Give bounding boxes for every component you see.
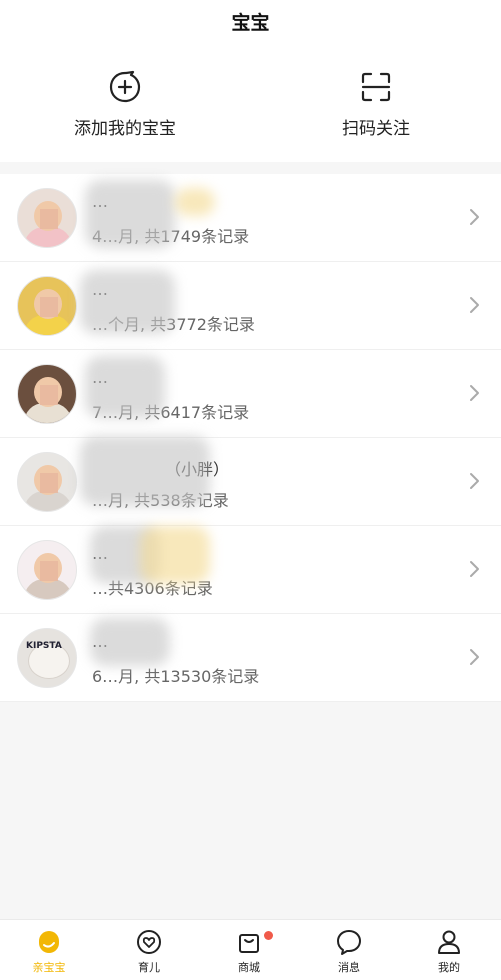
chevron-right-icon — [470, 209, 479, 225]
chevron-right-icon — [470, 561, 479, 577]
heart-icon — [137, 930, 161, 954]
privacy-smudge — [80, 270, 175, 334]
tab-parenting[interactable]: 育儿 — [109, 928, 189, 975]
scan-icon — [361, 72, 391, 102]
user-icon — [438, 930, 460, 954]
bag-icon — [239, 934, 259, 953]
tab-me[interactable]: 我的 — [409, 928, 489, 975]
chevron-right-icon — [470, 385, 479, 401]
home-icon — [39, 931, 59, 953]
tab-parenting-label: 育儿 — [138, 961, 160, 974]
add-chat-icon — [109, 70, 141, 103]
baby-meta: 6…月, 共13530条记录 — [92, 667, 260, 686]
privacy-smudge — [90, 618, 170, 666]
baby-row[interactable]: … 4…月, 共1749条记录 — [0, 174, 501, 262]
privacy-smudge — [175, 188, 215, 216]
tab-messages[interactable]: 消息 — [309, 928, 389, 975]
tab-mall-label: 商城 — [238, 961, 260, 974]
tab-home[interactable]: 亲宝宝 — [9, 928, 89, 975]
tab-me-label: 我的 — [438, 961, 460, 974]
page-title: 宝宝 — [231, 12, 270, 34]
chevron-right-icon — [470, 649, 479, 665]
tab-messages-label: 消息 — [338, 961, 360, 974]
add-baby-label: 添加我的宝宝 — [74, 119, 176, 139]
baby-avatar — [17, 188, 77, 248]
chat-bubble-icon — [337, 930, 361, 955]
scan-follow-button[interactable]: 扫码关注 — [286, 70, 466, 139]
tab-mall[interactable]: 商城 — [209, 928, 289, 975]
privacy-smudge — [80, 436, 210, 506]
chevron-right-icon — [470, 473, 479, 489]
baby-list: … 4…月, 共1749条记录 … …个月, 共3772条记录 … 7…月, 共… — [0, 174, 501, 702]
baby-avatar — [17, 540, 77, 600]
baby-row[interactable]: … …共4306条记录 — [0, 526, 501, 614]
ball-brand-text: KIPSTA — [26, 641, 62, 651]
privacy-smudge — [140, 526, 210, 584]
baby-row[interactable]: （小胖） …月, 共538条记录 — [0, 438, 501, 526]
top-bar: 宝宝 添加我的宝宝 扫码关注 — [0, 0, 501, 162]
bottom-tab-bar: 亲宝宝 育儿 商城 消息 我的 — [0, 919, 501, 980]
privacy-smudge — [85, 356, 165, 418]
scan-follow-label: 扫码关注 — [342, 119, 410, 139]
privacy-smudge — [85, 180, 175, 248]
baby-avatar: KIPSTA — [17, 628, 77, 688]
notification-badge — [264, 931, 273, 940]
baby-avatar — [17, 276, 77, 336]
baby-row[interactable]: … 7…月, 共6417条记录 — [0, 350, 501, 438]
baby-avatar — [17, 452, 77, 512]
baby-avatar — [17, 364, 77, 424]
add-baby-button[interactable]: 添加我的宝宝 — [35, 70, 215, 139]
baby-row[interactable]: KIPSTA … 6…月, 共13530条记录 — [0, 614, 501, 702]
tab-home-label: 亲宝宝 — [32, 961, 66, 974]
baby-row[interactable]: … …个月, 共3772条记录 — [0, 262, 501, 350]
chevron-right-icon — [470, 297, 479, 313]
